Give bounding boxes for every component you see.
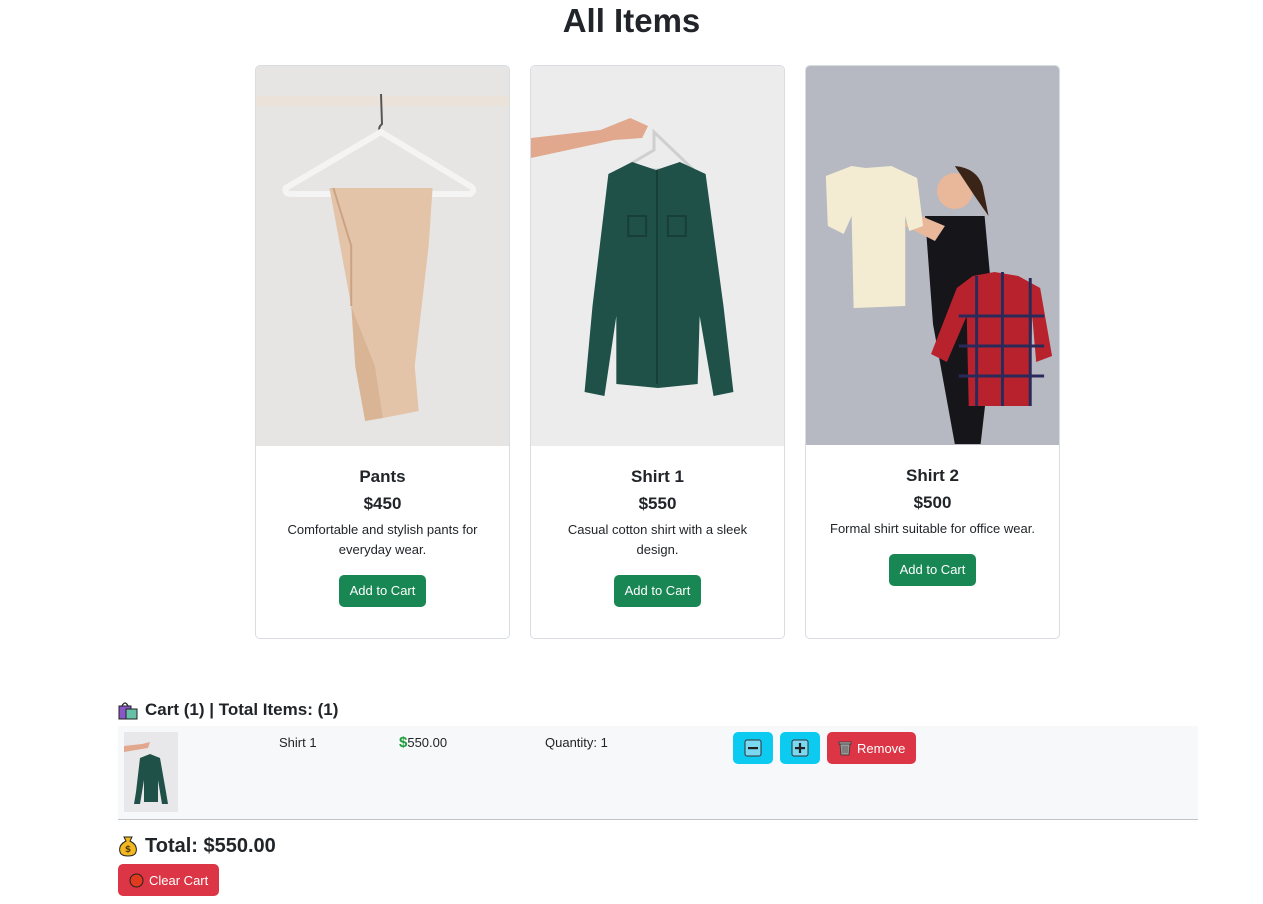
svg-text:$: $: [125, 845, 131, 855]
product-image-shirt-1: [531, 66, 784, 446]
cart-item-image: [124, 732, 178, 812]
page-title: All Items: [562, 2, 701, 39]
cart-header: Cart (1) | Total Items: (1): [118, 698, 338, 722]
cart-header-text: Cart (1) | Total Items: (1): [145, 700, 339, 719]
cart-total-text: Total: $550.00: [145, 835, 276, 857]
add-to-cart-button[interactable]: Add to Cart: [338, 575, 427, 607]
product-card: Shirt 2 $500 Formal shirt suitable for o…: [805, 65, 1060, 639]
product-card: Pants $450 Comfortable and stylish pants…: [255, 65, 510, 639]
trash-icon: [838, 741, 852, 756]
product-name: Shirt 1: [631, 467, 684, 486]
cart-item-price-cell: $ 550.00: [399, 735, 447, 751]
dollar-icon: $: [399, 734, 408, 751]
decrement-quantity-button[interactable]: [733, 732, 773, 764]
cart-item-name: Shirt 1: [279, 735, 317, 750]
product-description: Casual cotton shirt with a sleek design.: [567, 522, 748, 557]
cart-total: $ Total: $550.00: [118, 832, 276, 860]
product-name: Shirt 2: [906, 466, 959, 485]
product-description: Comfortable and stylish pants for everyd…: [287, 522, 478, 557]
minus-icon: [744, 739, 762, 757]
product-description: Formal shirt suitable for office wear.: [830, 521, 1035, 536]
money-bag-icon: $: [119, 836, 137, 857]
cart-item-price: 550.00: [407, 735, 448, 750]
product-card: Shirt 1 $550 Casual cotton shirt with a …: [530, 65, 785, 639]
clear-cart-label: Clear Cart: [149, 872, 209, 888]
remove-button-label: Remove: [857, 740, 906, 756]
product-image-shirt-2: [806, 66, 1059, 445]
add-to-cart-button[interactable]: Add to Cart: [613, 575, 702, 607]
remove-item-button[interactable]: Remove: [827, 732, 917, 764]
product-price: $500: [913, 493, 952, 512]
red-circle-icon: [129, 873, 144, 887]
product-price: $550: [638, 494, 677, 513]
add-to-cart-button[interactable]: Add to Cart: [888, 554, 977, 586]
plus-icon: [791, 739, 809, 757]
product-price: $450: [363, 494, 402, 513]
cart-item-row: Shirt 1 $ 550.00 Quantity: 1 Remove: [118, 726, 1198, 820]
product-name: Pants: [359, 467, 406, 486]
cart-item-quantity: Quantity: 1: [545, 735, 608, 750]
increment-quantity-button[interactable]: [780, 732, 820, 764]
shopping-bags-icon: [118, 702, 138, 720]
product-image-pants: [256, 66, 509, 446]
clear-cart-button[interactable]: Clear Cart: [118, 864, 220, 896]
